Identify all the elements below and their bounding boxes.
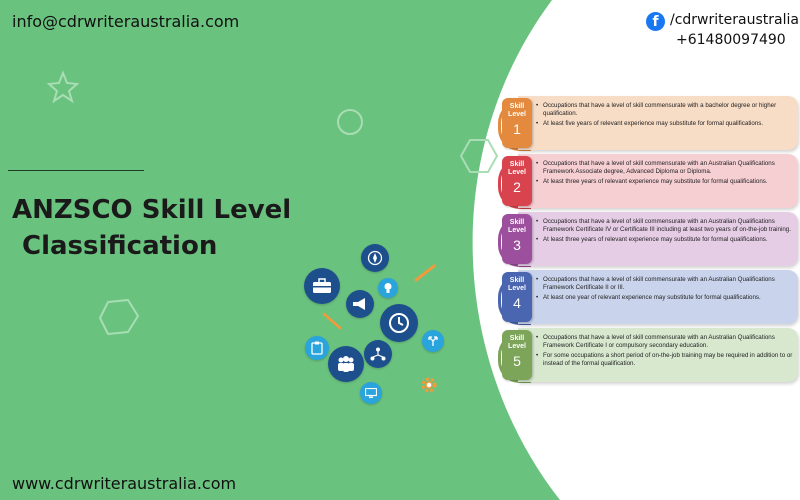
website-url[interactable]: www.cdrwriteraustralia.com bbox=[12, 474, 236, 493]
bullet-item: At least three years of relevant experie… bbox=[536, 178, 794, 186]
lightbulb-icon bbox=[378, 278, 398, 298]
badge-number: 1 bbox=[513, 121, 521, 137]
briefcase-icon bbox=[304, 268, 340, 304]
bullet-item: At least three years of relevant experie… bbox=[536, 236, 794, 244]
phone-number[interactable]: +61480097490 bbox=[676, 32, 786, 48]
level-badge: Skill Level 2 bbox=[502, 156, 532, 206]
bullet-item: At least five years of relevant experien… bbox=[536, 120, 794, 128]
page-title: ANZSCO Skill Level Classification bbox=[12, 192, 291, 264]
compass-icon bbox=[361, 244, 389, 272]
level-bullets: Occupations that have a level of skill c… bbox=[536, 160, 794, 189]
monitor-icon bbox=[360, 382, 382, 404]
megaphone-icon bbox=[346, 290, 374, 318]
level-badge: Skill Level 3 bbox=[502, 214, 532, 264]
bullet-item: For some occupations a short period of o… bbox=[536, 352, 794, 367]
badge-level-label: Level bbox=[508, 343, 526, 350]
badge-level-label: Level bbox=[508, 169, 526, 176]
badge-level-label: Level bbox=[508, 111, 526, 118]
badge-number: 2 bbox=[513, 179, 521, 195]
bullet-item: At least one year of relevant experience… bbox=[536, 294, 794, 302]
badge-skill-label: Skill bbox=[509, 219, 525, 226]
pencil-icon bbox=[414, 264, 438, 282]
skill-level-5: Skill Level 5 Occupations that have a le… bbox=[498, 328, 798, 383]
badge-number: 3 bbox=[513, 237, 521, 253]
skill-level-4: Skill Level 4 Occupations that have a le… bbox=[498, 270, 798, 325]
bullet-item: Occupations that have a level of skill c… bbox=[536, 218, 794, 233]
skill-level-3: Skill Level 3 Occupations that have a le… bbox=[498, 212, 798, 267]
email-address[interactable]: info@cdrwriteraustralia.com bbox=[12, 12, 239, 31]
level-badge: Skill Level 5 bbox=[502, 330, 532, 380]
pencil-small-icon bbox=[322, 312, 344, 330]
network-icon bbox=[364, 340, 392, 368]
title-line-2: Classification bbox=[22, 231, 218, 261]
level-bullets: Occupations that have a level of skill c… bbox=[536, 276, 794, 305]
arrows-icon bbox=[422, 330, 444, 352]
bullet-item: Occupations that have a level of skill c… bbox=[536, 102, 794, 117]
badge-skill-label: Skill bbox=[509, 103, 525, 110]
level-badge: Skill Level 1 bbox=[502, 98, 532, 148]
bullet-item: Occupations that have a level of skill c… bbox=[536, 276, 794, 291]
badge-skill-label: Skill bbox=[509, 277, 525, 284]
level-bullets: Occupations that have a level of skill c… bbox=[536, 334, 794, 370]
badge-level-label: Level bbox=[508, 227, 526, 234]
title-line-1: ANZSCO Skill Level bbox=[12, 195, 292, 225]
clipboard-icon bbox=[305, 336, 329, 360]
badge-skill-label: Skill bbox=[509, 161, 525, 168]
badge-skill-label: Skill bbox=[509, 335, 525, 342]
title-divider bbox=[8, 170, 144, 171]
facebook-handle[interactable]: /cdrwriteraustralia bbox=[670, 12, 799, 28]
skill-level-1: Skill Level 1 Occupations that have a le… bbox=[498, 96, 798, 151]
bullet-item: Occupations that have a level of skill c… bbox=[536, 160, 794, 175]
badge-number: 5 bbox=[513, 353, 521, 369]
facebook-icon[interactable]: f bbox=[646, 12, 665, 31]
skill-level-2: Skill Level 2 Occupations that have a le… bbox=[498, 154, 798, 209]
badge-level-label: Level bbox=[508, 285, 526, 292]
badge-number: 4 bbox=[513, 295, 521, 311]
level-bullets: Occupations that have a level of skill c… bbox=[536, 218, 794, 247]
level-bullets: Occupations that have a level of skill c… bbox=[536, 102, 794, 131]
clock-icon bbox=[380, 304, 418, 342]
team-icon bbox=[328, 346, 364, 382]
gear-icon bbox=[420, 376, 438, 394]
bullet-item: Occupations that have a level of skill c… bbox=[536, 334, 794, 349]
level-badge: Skill Level 4 bbox=[502, 272, 532, 322]
